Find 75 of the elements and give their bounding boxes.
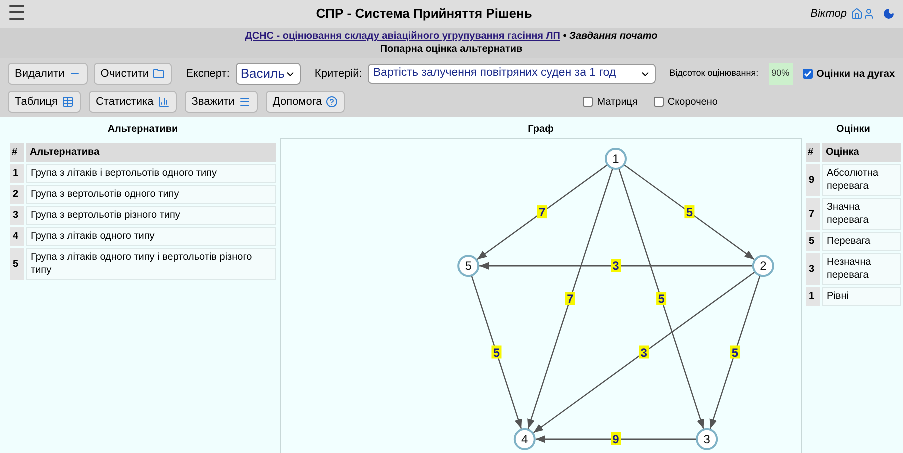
task-status: Завдання почато: [570, 31, 658, 42]
panel-title: Оцінки: [836, 123, 872, 137]
edge-weight: 5: [492, 346, 502, 360]
panel-title: Альтернативи: [106, 123, 180, 137]
checkbox-label: Матриця: [597, 96, 638, 110]
user-name[interactable]: Віктор: [810, 6, 847, 22]
column-header: Оцінка: [822, 143, 901, 162]
row-number: 5: [10, 248, 24, 280]
table-icon: [62, 96, 74, 108]
help-icon: [326, 96, 338, 108]
edge-weight: 3: [611, 259, 621, 274]
graph-node[interactable]: 1: [605, 148, 627, 170]
row-number: 1: [10, 164, 24, 183]
progress-label: Відсоток оцінювання:: [670, 67, 759, 80]
edge-weight: 5: [656, 292, 667, 306]
checkbox[interactable]: [583, 97, 594, 107]
row-number: 4: [10, 227, 24, 246]
panel-title: Граф: [527, 123, 555, 137]
edge-weight: 5: [684, 206, 695, 220]
toolbar-button[interactable]: Допомога: [266, 91, 346, 113]
row-number: 9: [806, 164, 820, 196]
checkbox[interactable]: [654, 97, 664, 107]
table-cell[interactable]: Група з літаків одного типу і вертольотів різного типу: [26, 248, 276, 280]
row-number: 2: [10, 185, 24, 204]
app-title: СПР - Система Прийняття Рішень: [315, 5, 534, 24]
row-number: 1: [806, 287, 820, 306]
edge-weight: 5: [730, 346, 740, 360]
edge-weight: 9: [611, 432, 621, 446]
table-cell[interactable]: Група з літаків і вертольотів одного типу: [26, 164, 276, 183]
edge-weight: 7: [537, 206, 548, 220]
toolbar-button[interactable]: Очистити: [94, 63, 172, 85]
progress-value: 90%: [768, 63, 793, 85]
table-cell[interactable]: Група з вертольотів різного типу: [26, 206, 276, 225]
row-number: 5: [806, 232, 820, 251]
graph-node[interactable]: 4: [514, 428, 536, 450]
home-icon[interactable]: [851, 8, 863, 20]
graph-node[interactable]: 2: [752, 255, 774, 278]
checkbox-label: Скорочено: [668, 96, 718, 110]
menu-button[interactable]: ☰: [8, 0, 38, 29]
table-cell[interactable]: Незначна перевага: [822, 253, 901, 285]
toolbar-button[interactable]: Зважити: [184, 91, 258, 113]
row-number: 3: [10, 206, 24, 225]
expert-label: Експерт:: [186, 66, 230, 82]
table-cell[interactable]: Перевага: [822, 232, 901, 251]
graph-node[interactable]: 3: [696, 428, 718, 450]
criterion-select[interactable]: Вартість залучення повітряних суден за 1 год: [368, 64, 656, 84]
check-icon: [804, 70, 812, 78]
expert-select[interactable]: Василь: [236, 63, 301, 85]
column-header: #: [10, 143, 24, 162]
table-cell[interactable]: Значна перевага: [822, 198, 901, 230]
row-number: 7: [806, 198, 820, 230]
separator: •: [562, 31, 568, 42]
checkbox[interactable]: [802, 69, 813, 79]
checkbox-label: Оцінки на дугах: [816, 68, 895, 82]
page-subtitle: Попарна оцінка альтернатив: [380, 43, 523, 56]
moon-icon[interactable]: [883, 8, 895, 20]
lines-icon: [238, 96, 251, 108]
edge-weight: 7: [565, 292, 576, 306]
chart-icon: [158, 96, 170, 108]
task-link[interactable]: ДСНС - оцінювання складу авіаційного угрупування гасіння ЛП: [245, 31, 560, 42]
edge-weight: 3: [639, 346, 650, 360]
table-cell[interactable]: Група з вертольотів одного типу: [26, 185, 276, 204]
toolbar-button[interactable]: Видалити: [8, 63, 88, 85]
graph-node[interactable]: 5: [458, 255, 480, 278]
criterion-label: Критерій:: [314, 66, 362, 82]
column-header: Альтернатива: [26, 143, 276, 162]
toolbar-button[interactable]: Статистика: [88, 91, 177, 113]
row-number: 3: [806, 253, 820, 285]
folder-icon: [153, 68, 166, 80]
table-cell[interactable]: Група з літаків одного типу: [26, 227, 276, 246]
user-icon[interactable]: [863, 8, 875, 20]
toolbar-button[interactable]: Таблиця: [8, 91, 81, 113]
table-cell[interactable]: Рівні: [822, 287, 901, 306]
column-header: #: [806, 143, 820, 162]
table-cell[interactable]: Абсолютна перевага: [822, 164, 901, 196]
